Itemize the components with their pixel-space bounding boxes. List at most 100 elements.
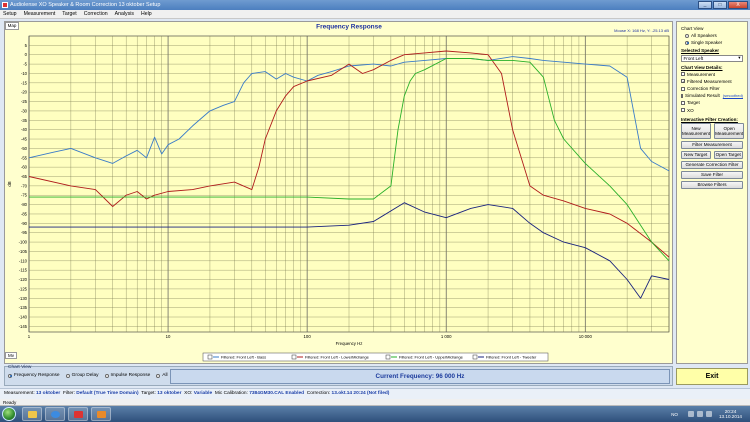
xo-label: XO: xyxy=(184,391,193,396)
speaker-select-value: Front Left xyxy=(683,55,704,61)
check-measurement[interactable]: Measurement xyxy=(681,71,743,78)
measurement-label: Measurement: xyxy=(4,391,35,396)
all-speakers-option[interactable]: All Speakers xyxy=(681,32,743,39)
new-measurement-button[interactable]: New Measurement xyxy=(681,122,712,139)
info-bar: Measurement: 13 oktober Filter: Default … xyxy=(0,388,750,399)
y-tick-label: -70 xyxy=(21,183,28,188)
taskbar-app-media[interactable] xyxy=(91,407,111,421)
mouse-readout: Mouse X: 168 Hz, Y: -25.13 dB xyxy=(614,28,669,33)
legend-label: Filtered: Front Left - UpperMidrange xyxy=(399,355,464,360)
audiolense-icon xyxy=(74,411,83,418)
check-target[interactable]: Target xyxy=(681,99,743,106)
all-speakers-radio[interactable] xyxy=(685,33,689,38)
y-tick-label: -95 xyxy=(21,230,28,235)
x-axis-label: Frequency Hz xyxy=(336,341,363,346)
title-bar[interactable]: Audiolense XO Speaker & Room Correction … xyxy=(0,0,750,10)
open-measurement-button[interactable]: Open Measurement xyxy=(714,122,745,139)
radio-all[interactable] xyxy=(156,373,161,378)
option-label: All xyxy=(162,373,168,378)
y-tick-label: -55 xyxy=(21,155,28,160)
target-value: 13 oktober xyxy=(157,391,182,396)
language-indicator[interactable]: NO xyxy=(671,412,678,417)
open-target-button[interactable]: Open Target xyxy=(713,150,743,159)
radio-frequency-response[interactable] xyxy=(8,373,12,378)
taskbar-app-explorer[interactable] xyxy=(22,407,42,421)
exit-button[interactable]: Exit xyxy=(676,368,748,385)
target-buttons: New Target Open Target xyxy=(681,150,743,159)
option-group-delay[interactable]: Group Delay xyxy=(64,373,99,378)
x-tick-label: 10 xyxy=(166,334,171,339)
single-speaker-radio[interactable] xyxy=(685,40,689,45)
checkbox[interactable] xyxy=(681,86,685,91)
legend-label: Filtered: Front Left - Tweeter xyxy=(486,355,537,360)
frequency-response-chart[interactable]: 5 0 -5 -10 -15 -20 -25 -30 -35 -40 -45 -50 -55 -60 -65… xyxy=(5,22,674,365)
y-tick-label: -90 xyxy=(21,221,28,226)
checkbox-checked[interactable]: ✓ xyxy=(681,79,685,84)
single-speaker-option[interactable]: Single Speaker xyxy=(681,39,743,46)
new-target-button[interactable]: New Target xyxy=(681,150,711,159)
generate-correction-filter-button[interactable]: Generate Correction Filter xyxy=(681,160,743,169)
check-simulated-result[interactable]: Simulated Result (smoothed) xyxy=(681,92,743,99)
y-tick-label: -85 xyxy=(21,211,28,216)
smoothed-link[interactable]: (smoothed) xyxy=(723,93,743,98)
option-all[interactable]: All xyxy=(154,373,168,378)
network-icon[interactable] xyxy=(697,411,703,417)
checkbox[interactable] xyxy=(681,108,685,113)
taskbar-app-audiolense[interactable] xyxy=(68,407,88,421)
checkbox[interactable] xyxy=(681,72,685,77)
legend-checkbox xyxy=(472,354,478,360)
y-tick-label: -30 xyxy=(21,108,28,113)
volume-icon[interactable] xyxy=(706,411,712,417)
map-tab[interactable]: Map xyxy=(5,22,19,30)
maximize-button[interactable]: □ xyxy=(713,1,727,9)
menu-bar: Setup Measurement Target Correction Anal… xyxy=(0,10,750,19)
save-filter-button[interactable]: Save Filter xyxy=(681,170,743,179)
option-frequency-response[interactable]: Frequency Response xyxy=(6,373,60,378)
browser-icon xyxy=(51,411,60,418)
check-filtered-measurement[interactable]: ✓ Filtered Measurement xyxy=(681,78,743,85)
interactive-filter-heading: Interactive Filter Creation: xyxy=(681,116,738,122)
option-label: Group Delay xyxy=(71,373,99,378)
speaker-select[interactable]: Front Left ▾ xyxy=(681,54,743,62)
y-tick-label: -10 xyxy=(21,71,28,76)
start-button[interactable] xyxy=(2,407,16,421)
menu-correction[interactable]: Correction xyxy=(84,11,108,17)
y-tick-label: -110 xyxy=(19,258,28,263)
mv-tab[interactable]: Mv xyxy=(5,352,17,359)
option-impulse-response[interactable]: Impulse Response xyxy=(103,373,150,378)
check-correction-filter[interactable]: Correction Filter xyxy=(681,85,743,92)
filter-measurement-button[interactable]: Filter Measurement xyxy=(681,140,743,149)
mic-calibration-value: 7384GM30.CAL Enabled xyxy=(249,391,305,396)
taskbar-app-browser[interactable] xyxy=(45,407,65,421)
chart-title: Frequency Response xyxy=(316,24,382,31)
y-tick-label: -125 xyxy=(19,286,28,291)
radio-impulse-response[interactable] xyxy=(104,373,109,378)
menu-help[interactable]: Help xyxy=(141,11,152,17)
measurement-value: 13 oktober xyxy=(36,391,61,396)
checkbox[interactable] xyxy=(681,100,685,105)
selected-speaker-heading: Selected Speaker xyxy=(681,47,720,53)
browse-filters-button[interactable]: Browse Filters xyxy=(681,180,743,189)
legend-checkbox xyxy=(385,354,391,360)
legend-checkbox xyxy=(207,354,213,360)
checkbox[interactable] xyxy=(681,93,684,98)
filter-label: Filter: xyxy=(62,391,75,396)
menu-analysis[interactable]: Analysis xyxy=(115,11,134,17)
check-label: XO xyxy=(687,107,694,113)
x-tick-label: 10 000 xyxy=(579,334,593,339)
folder-icon xyxy=(28,411,37,418)
menu-measurement[interactable]: Measurement xyxy=(24,11,56,17)
minimize-button[interactable]: _ xyxy=(698,1,712,9)
flag-icon[interactable] xyxy=(688,411,694,417)
menu-target[interactable]: Target xyxy=(62,11,76,17)
radio-group-delay[interactable] xyxy=(65,373,70,378)
correction-label: Correction: xyxy=(306,391,331,396)
clock[interactable]: 20:24 13.10.2014 xyxy=(719,409,742,420)
x-tick-label: 100 xyxy=(304,334,312,339)
y-tick-label: -80 xyxy=(21,202,28,207)
check-xo[interactable]: XO xyxy=(681,107,743,114)
close-button[interactable]: X xyxy=(728,1,748,9)
system-tray: NO 20:24 13.10.2014 xyxy=(671,407,748,421)
current-frequency-display: Current Frequency: 96 000 Hz xyxy=(170,369,670,384)
menu-setup[interactable]: Setup xyxy=(3,11,17,17)
